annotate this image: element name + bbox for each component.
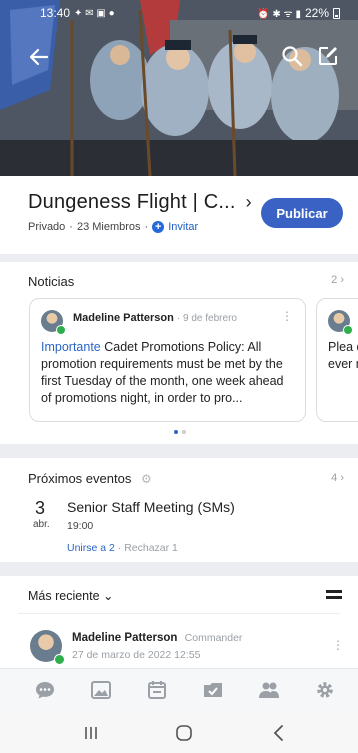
divider xyxy=(0,562,358,576)
card-author-line: Madeline Patterson · 9 de febrero xyxy=(73,312,237,324)
group-privacy: Privado xyxy=(28,221,66,233)
view-toggle-icon[interactable] xyxy=(326,590,342,600)
post-author-line: Madeline Patterson Commander xyxy=(72,632,242,644)
system-status-icons: ⏰ ✱ ᯤ ▮ xyxy=(257,9,301,20)
card-tag: Importante xyxy=(41,340,101,354)
card-text: Plea ques ever news xyxy=(328,340,358,371)
group-tab-bar xyxy=(0,668,358,712)
sort-label: Más reciente xyxy=(28,589,100,603)
status-bar: 13:40 ✦ ✉ ▣ ● ⏰ ✱ ᯤ ▮ 22% xyxy=(0,0,358,26)
event-title[interactable]: Senior Staff Meeting (SMs) xyxy=(67,499,235,515)
news-section: Noticias 2 › Madeline Patterson · 9 de f… xyxy=(0,262,358,444)
post-role: Commander xyxy=(184,632,243,644)
settings-icon[interactable] xyxy=(314,679,336,701)
invite-button[interactable]: + Invitar xyxy=(152,221,198,233)
event-join-link[interactable]: Unirse a 2 xyxy=(67,542,115,554)
group-title: Dungeness Flight | C... xyxy=(28,191,236,213)
news-card[interactable]: Madeline Patterson · 9 de febrero ⋮ Impo… xyxy=(29,298,306,422)
cover-image xyxy=(0,0,358,176)
event-reject-link[interactable]: Rechazar 1 xyxy=(124,542,178,554)
card-body: Importante Cadet Promotions Policy: All … xyxy=(41,339,297,407)
events-title-row: Próximos eventos ⚙ xyxy=(28,471,152,486)
news-card[interactable]: Plea ques ever news xyxy=(316,298,358,422)
carousel-dot xyxy=(182,430,186,434)
carousel-dot-active xyxy=(174,430,178,434)
gear-icon[interactable]: ⚙ xyxy=(141,472,152,486)
group-page: 13:40 ✦ ✉ ▣ ● ⏰ ✱ ᯤ ▮ 22% Dungeness Flig… xyxy=(0,0,358,753)
more-options-icon[interactable]: ⋮ xyxy=(281,309,293,323)
divider xyxy=(0,444,358,458)
news-see-all[interactable]: 2 › xyxy=(331,274,344,286)
search-icon[interactable] xyxy=(280,44,304,68)
events-title: Próximos eventos xyxy=(28,471,132,486)
back-arrow-icon[interactable] xyxy=(26,44,52,70)
card-date: 9 de febrero xyxy=(183,313,237,324)
post-date: 27 de marzo de 2022 12:55 xyxy=(72,649,201,661)
online-badge xyxy=(343,325,353,335)
more-options-icon[interactable]: ⋮ xyxy=(332,638,344,652)
event-month: abr. xyxy=(33,519,50,530)
divider xyxy=(0,254,358,262)
recent-section: Más reciente ⌄ Madeline Patterson Comman… xyxy=(0,576,358,668)
avatar xyxy=(328,310,353,335)
carousel-indicator xyxy=(174,430,186,434)
image-icon[interactable] xyxy=(90,679,112,701)
news-title: Noticias xyxy=(28,274,75,289)
status-time: 13:40 xyxy=(40,6,71,20)
event-rsvp: Unirse a 2 · Rechazar 1 xyxy=(67,542,178,554)
group-title-link[interactable]: Dungeness Flight | C... › xyxy=(28,191,252,214)
meta-separator: · xyxy=(69,221,73,233)
group-header: Dungeness Flight | C... › Privado · 23 M… xyxy=(0,176,358,254)
battery-percent: 22% xyxy=(304,6,329,20)
chat-icon[interactable] xyxy=(34,679,56,701)
online-badge xyxy=(54,654,65,665)
avatar xyxy=(41,310,66,335)
publish-button[interactable]: Publicar xyxy=(261,198,343,228)
group-meta: Privado · 23 Miembros · + Invitar xyxy=(28,221,198,233)
avatar[interactable] xyxy=(30,630,65,665)
divider xyxy=(18,613,340,614)
plus-icon: + xyxy=(152,221,165,233)
back-icon[interactable] xyxy=(268,722,290,744)
news-count: 2 xyxy=(331,274,338,286)
folder-icon[interactable] xyxy=(202,679,224,701)
invite-label: Invitar xyxy=(168,221,199,233)
events-section: Próximos eventos ⚙ 4 › 3 abr. Senior Sta… xyxy=(0,458,358,562)
system-navigation-bar xyxy=(0,712,358,753)
group-members[interactable]: 23 Miembros xyxy=(77,221,141,233)
event-time: 19:00 xyxy=(67,520,94,532)
chevron-right-icon: › xyxy=(245,192,252,212)
recent-apps-icon[interactable] xyxy=(80,722,102,744)
meta-separator: · xyxy=(144,221,149,233)
events-count: 4 xyxy=(331,472,338,484)
event-day: 3 xyxy=(35,498,46,518)
calendar-icon[interactable] xyxy=(146,679,168,701)
events-see-all[interactable]: 4 › xyxy=(331,472,344,484)
post-author[interactable]: Madeline Patterson xyxy=(72,632,177,644)
notification-icons: ✦ ✉ ▣ ● xyxy=(74,7,115,19)
home-icon[interactable] xyxy=(173,722,195,744)
battery-icon xyxy=(333,7,340,19)
online-badge xyxy=(56,325,66,335)
group-cover-photo: 13:40 ✦ ✉ ▣ ● ⏰ ✱ ᯤ ▮ 22% xyxy=(0,0,358,176)
compose-icon[interactable] xyxy=(316,44,340,68)
sort-dropdown[interactable]: Más reciente ⌄ xyxy=(28,588,114,603)
chevron-down-icon: ⌄ xyxy=(103,589,114,603)
members-icon[interactable] xyxy=(258,679,280,701)
card-author: Madeline Patterson xyxy=(73,312,174,324)
